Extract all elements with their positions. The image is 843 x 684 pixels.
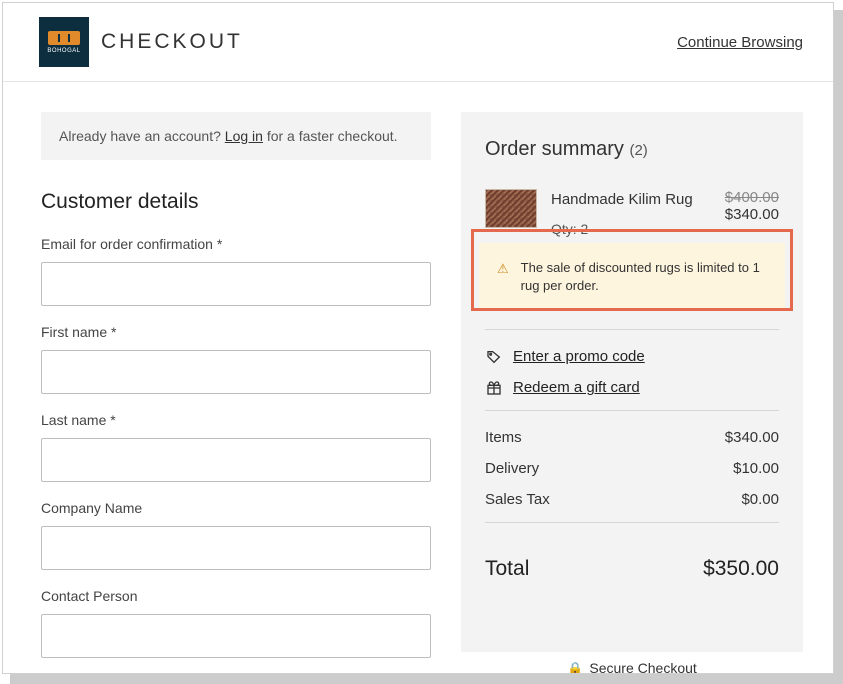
- login-link[interactable]: Log in: [225, 128, 263, 144]
- lock-icon: 🔒: [567, 661, 583, 674]
- warning-text: The sale of discounted rugs is limited t…: [521, 259, 767, 295]
- product-thumbnail: [485, 189, 537, 228]
- last-name-label: Last name *: [41, 412, 431, 428]
- customer-details-heading: Customer details: [41, 190, 431, 214]
- header: BOHOGAL CHECKOUT Continue Browsing: [3, 3, 833, 82]
- divider: [485, 522, 779, 523]
- order-summary: Order summary (2) Handmade Kilim Rug Qty…: [461, 112, 803, 652]
- warning-icon: ⚠: [497, 260, 509, 295]
- divider: [485, 410, 779, 411]
- promo-code-link[interactable]: Enter a promo code: [485, 348, 779, 365]
- company-input[interactable]: [41, 526, 431, 570]
- last-name-input[interactable]: [41, 438, 431, 482]
- product-qty: Qty: 2: [551, 219, 711, 239]
- delivery-row: Delivery $10.00: [485, 460, 779, 477]
- contact-person-input[interactable]: [41, 614, 431, 658]
- email-label: Email for order confirmation *: [41, 236, 431, 252]
- login-banner: Already have an account? Log in for a fa…: [41, 112, 431, 160]
- product-price: $340.00: [725, 206, 779, 223]
- brand-logo: BOHOGAL: [39, 17, 89, 67]
- gift-icon: [485, 380, 503, 396]
- tax-row: Sales Tax $0.00: [485, 491, 779, 508]
- company-label: Company Name: [41, 500, 431, 516]
- product-original-price: $400.00: [725, 189, 779, 206]
- continue-browsing-link[interactable]: Continue Browsing: [677, 34, 803, 51]
- line-item: Handmade Kilim Rug Qty: 2 $400.00 $340.0…: [485, 189, 779, 239]
- contact-person-label: Contact Person: [41, 588, 431, 604]
- grand-total-row: Total $350.00: [485, 541, 779, 591]
- secure-checkout: 🔒Secure Checkout: [461, 652, 803, 674]
- product-name: Handmade Kilim Rug: [551, 189, 701, 211]
- page-title: CHECKOUT: [101, 30, 243, 54]
- brand-name: BOHOGAL: [47, 48, 80, 54]
- items-row: Items $340.00: [485, 429, 779, 446]
- gift-card-link[interactable]: Redeem a gift card: [485, 379, 779, 396]
- summary-count: (2): [629, 142, 647, 159]
- divider: [485, 329, 779, 330]
- tag-icon: [485, 349, 503, 365]
- first-name-input[interactable]: [41, 350, 431, 394]
- email-input[interactable]: [41, 262, 431, 306]
- warning-banner: ⚠ The sale of discounted rugs is limited…: [479, 243, 785, 311]
- summary-title: Order summary (2): [485, 138, 779, 161]
- banner-pre: Already have an account?: [59, 128, 225, 144]
- banner-post: for a faster checkout.: [263, 128, 398, 144]
- first-name-label: First name *: [41, 324, 431, 340]
